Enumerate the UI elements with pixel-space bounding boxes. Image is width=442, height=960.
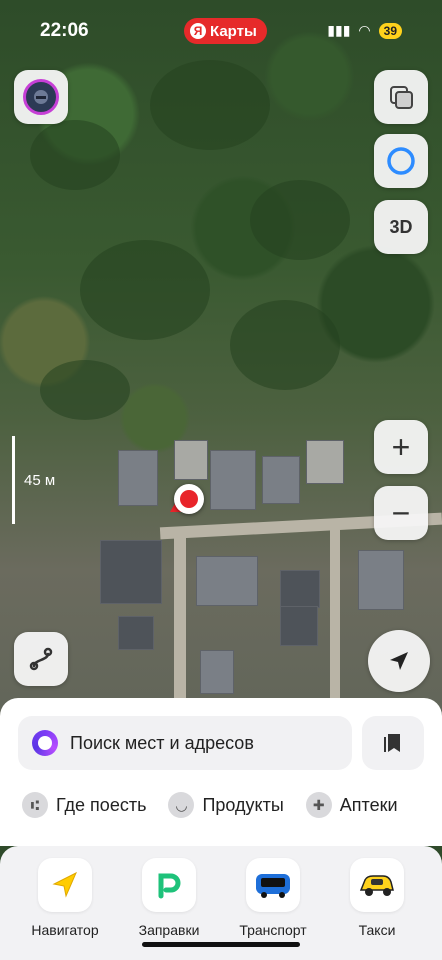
alice-icon <box>32 730 58 756</box>
dock-label: Заправки <box>138 922 200 938</box>
dock-item-navigator[interactable]: Навигатор <box>20 858 110 938</box>
chip-groceries[interactable]: ◡ Продукты <box>168 792 284 818</box>
fork-knife-icon: ⑆ <box>22 792 48 818</box>
bus-icon <box>246 858 300 912</box>
taxi-car-icon <box>350 858 404 912</box>
route-button[interactable] <box>14 632 68 686</box>
search-input[interactable]: Поиск мест и адресов <box>18 716 352 770</box>
search-placeholder: Поиск мест и адресов <box>70 732 254 753</box>
profile-avatar-button[interactable] <box>14 70 68 124</box>
chip-food[interactable]: ⑆ Где поесть <box>22 792 146 818</box>
plus-icon: ✚ <box>305 792 332 818</box>
alice-ring-icon <box>387 147 415 175</box>
category-chips: ⑆ Где поесть ◡ Продукты ✚ Аптеки <box>22 792 398 818</box>
layers-button[interactable] <box>374 70 428 124</box>
status-icons: ▮▮▮ ◠ 39 <box>327 22 402 39</box>
yandex-logo-icon: Я <box>190 23 206 39</box>
battery-icon: 39 <box>378 22 402 39</box>
3d-toggle-button[interactable]: 3D <box>374 200 428 254</box>
dock-label: Навигатор <box>31 922 99 938</box>
location-arrow-icon <box>390 652 408 670</box>
layers-icon <box>390 86 413 109</box>
avatar-image-icon <box>34 90 48 104</box>
wifi-icon: ◠ <box>358 22 371 38</box>
dock-label: Такси <box>358 922 396 938</box>
scale-label: 45 м <box>24 472 56 489</box>
dock-item-taxi[interactable]: Такси <box>332 858 422 938</box>
chip-label: Продукты <box>202 794 284 815</box>
status-time: 22:06 <box>40 20 89 41</box>
chip-pharmacy[interactable]: ✚ Аптеки <box>305 792 398 818</box>
zoom-in-button[interactable]: + <box>374 420 428 474</box>
dock-item-transport[interactable]: Транспорт <box>228 858 318 938</box>
navigator-arrow-icon <box>38 858 92 912</box>
signal-icon: ▮▮▮ <box>327 22 351 38</box>
avatar <box>23 79 59 115</box>
bottom-sheet: Поиск мест и адресов ⑆ Где поесть ◡ Прод… <box>0 698 442 846</box>
app-badge-label: Карты <box>210 22 257 40</box>
route-icon <box>29 647 53 671</box>
bookmarks-icon <box>384 734 400 752</box>
app-badge: Я Карты <box>184 18 267 44</box>
basket-icon: ◡ <box>168 792 195 818</box>
home-indicator <box>142 942 300 947</box>
chip-label: Где поесть <box>56 794 147 815</box>
dock-label: Транспорт <box>239 922 307 938</box>
scale-bar <box>12 436 15 524</box>
fuel-p-icon <box>142 858 196 912</box>
alice-assistant-button[interactable] <box>374 134 428 188</box>
dock-item-fuel[interactable]: Заправки <box>124 858 214 938</box>
bookmarks-button[interactable] <box>362 716 424 770</box>
zoom-out-button[interactable]: − <box>374 486 428 540</box>
my-location-button[interactable] <box>368 630 430 692</box>
location-pin-icon[interactable] <box>174 484 204 514</box>
chip-label: Аптеки <box>339 794 398 815</box>
